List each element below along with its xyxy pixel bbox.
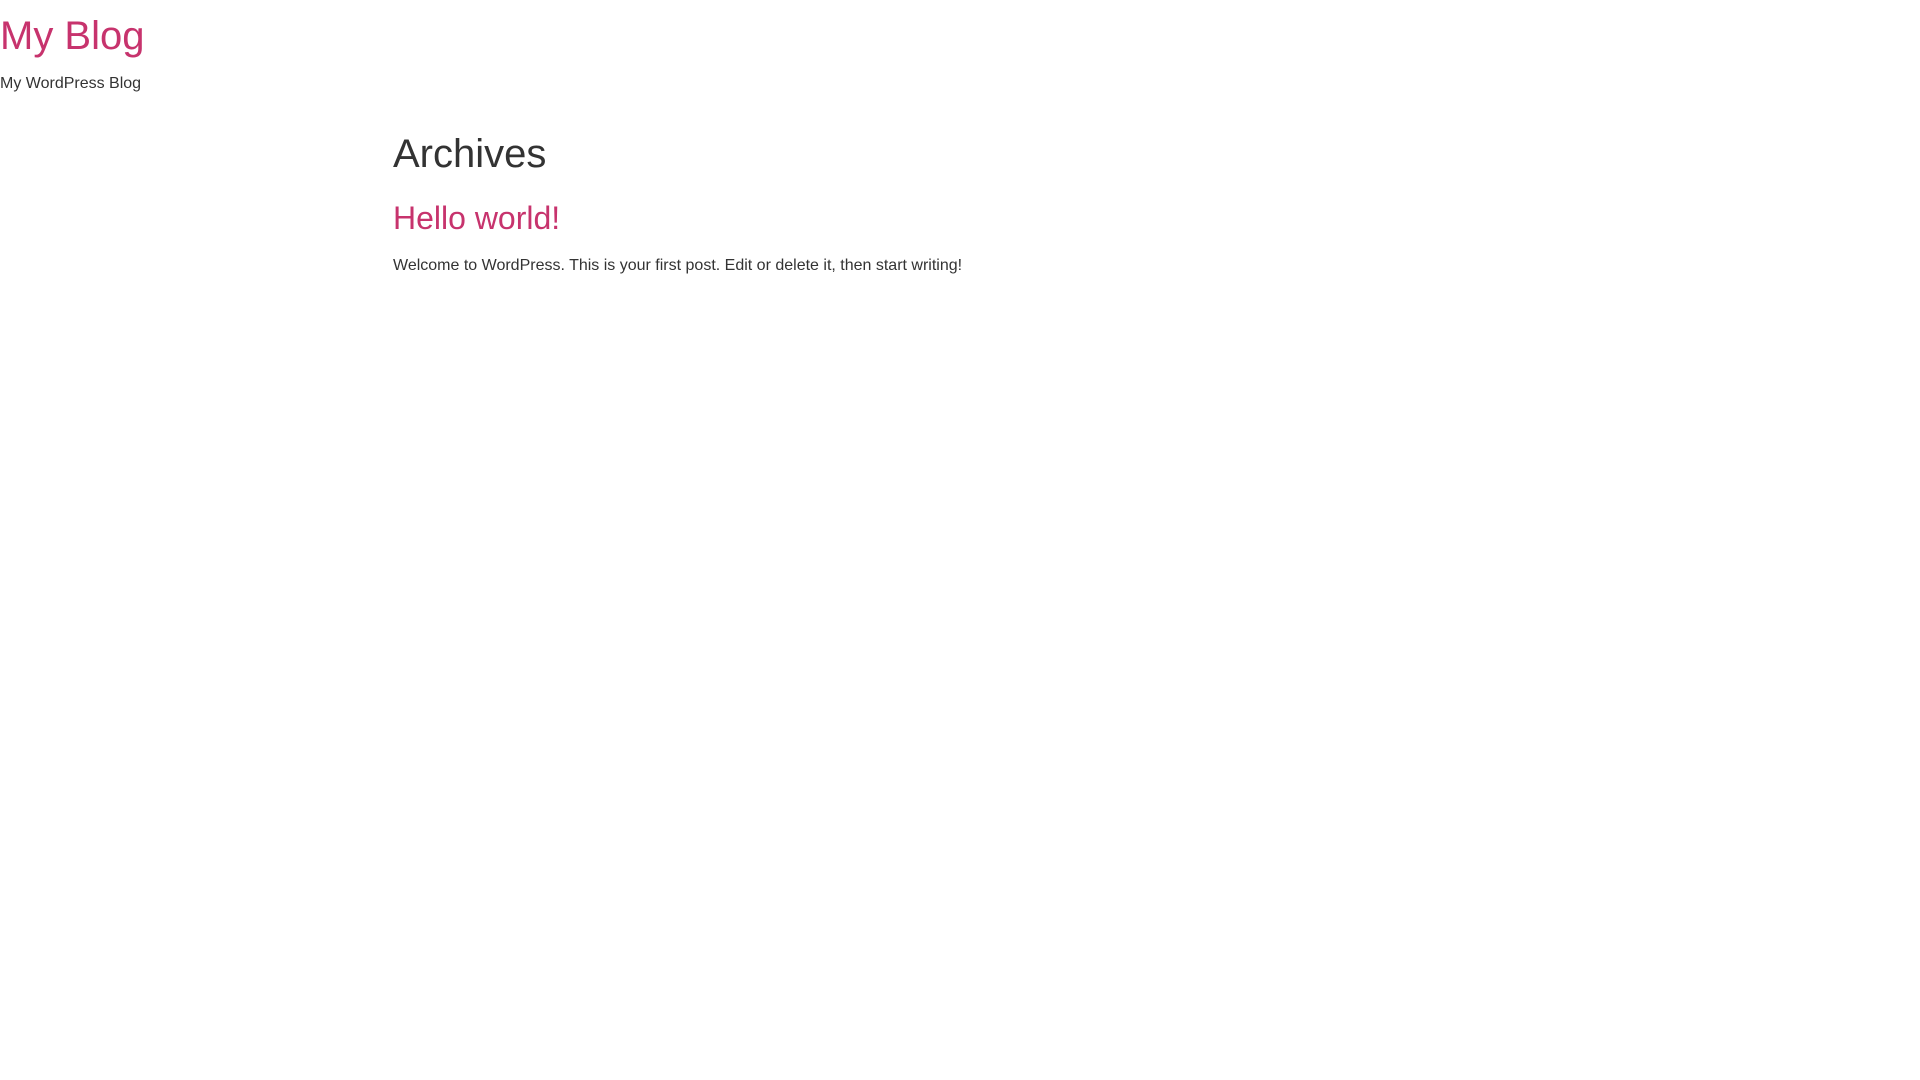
post-excerpt: Welcome to WordPress. This is your first… (393, 257, 963, 274)
page-title: Archives (393, 132, 547, 176)
post-title: Hello world! (393, 199, 560, 237)
post-title-link[interactable]: Hello world! (393, 200, 560, 236)
site-tagline: My WordPress Blog (0, 75, 142, 92)
site-title-link[interactable]: My Blog (0, 12, 145, 60)
